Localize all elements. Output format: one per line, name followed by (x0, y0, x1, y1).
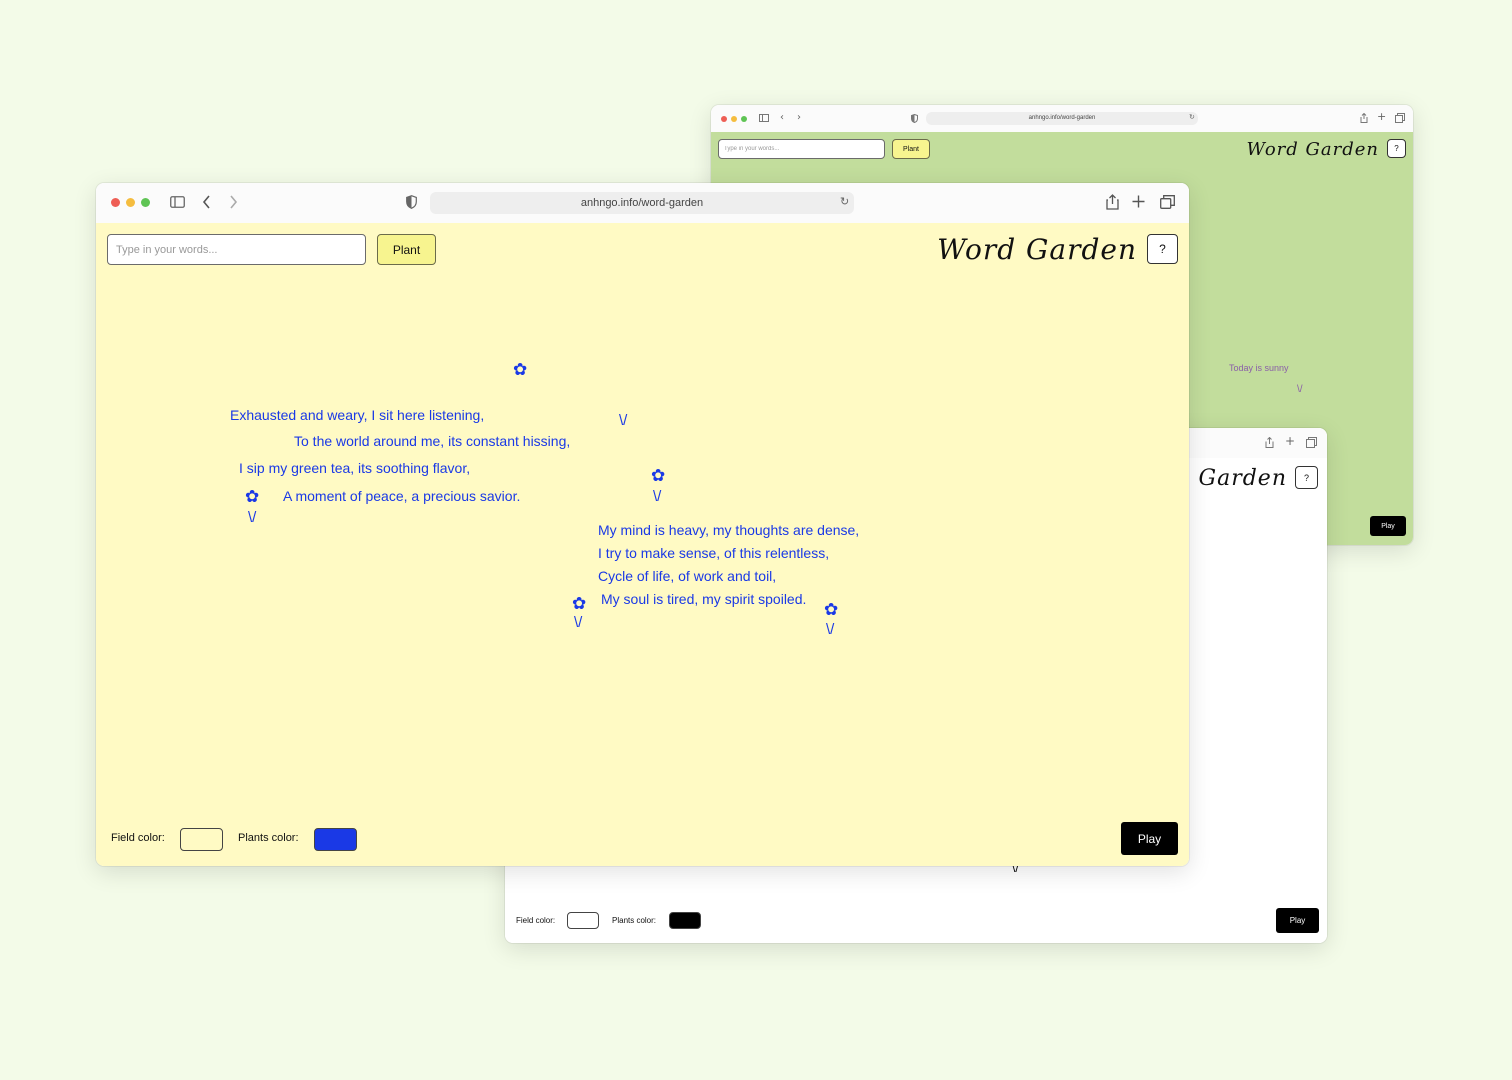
poem-line: Exhausted and weary, I sit here listenin… (230, 407, 485, 423)
poem-line: I try to make sense, of this relentless, (598, 545, 830, 561)
poem-line: A moment of peace, a precious savior. (283, 488, 521, 504)
sidebar-icon[interactable] (759, 114, 769, 122)
poem-line: Cycle of life, of work and toil, (598, 568, 777, 584)
flower-icon: ✿ (513, 360, 528, 380)
browser-toolbar: ‹ › anhngo.info/word-garden ↻ + (711, 105, 1413, 133)
field-color-label: Field color: (516, 916, 556, 925)
new-tab-icon[interactable]: + (1377, 111, 1386, 122)
flower-icon: ✿ (572, 594, 587, 614)
flower-icon: ✿ (245, 487, 260, 507)
sidebar-icon[interactable] (170, 196, 185, 208)
plant-stem: \/ (826, 621, 835, 638)
field-color-picker[interactable] (180, 828, 223, 851)
poem-line: My mind is heavy, my thoughts are dense, (598, 522, 860, 538)
planted-words: Today is sunny (1229, 363, 1289, 373)
plants-color-label: Plants color: (612, 916, 657, 925)
shield-icon (406, 195, 417, 209)
flower-icon: ✿ (824, 600, 839, 620)
browser-toolbar: anhngo.info/word-garden ↻ (96, 183, 1189, 224)
plant-stem: \/ (1297, 384, 1303, 395)
help-button[interactable]: ? (1387, 139, 1406, 158)
play-button[interactable]: Play (1370, 516, 1406, 536)
address-bar[interactable]: anhngo.info/word-garden (430, 192, 854, 214)
help-button[interactable]: ? (1295, 466, 1318, 489)
plants-color-picker[interactable] (314, 828, 357, 851)
tabs-overview-icon[interactable] (1395, 113, 1405, 123)
plants-color-label: Plants color: (238, 832, 299, 844)
back-arrow-icon[interactable] (202, 195, 211, 209)
plant-button[interactable]: Plant (892, 139, 930, 159)
back-arrow-icon[interactable]: ‹ (780, 113, 784, 123)
plant-stem: \/ (653, 488, 662, 505)
share-icon[interactable] (1360, 113, 1368, 123)
tabs-overview-icon[interactable] (1306, 437, 1317, 448)
new-tab-icon[interactable]: + (1285, 435, 1295, 447)
garden-field[interactable]: Plant Word Garden ? Exhausted and weary,… (96, 223, 1189, 866)
flower-icon: ✿ (651, 466, 666, 486)
plant-stem: \/ (574, 614, 583, 631)
poem-line: My soul is tired, my spirit spoiled. (601, 591, 807, 607)
play-button[interactable]: Play (1121, 822, 1178, 855)
plant-stem: \/ (248, 509, 257, 526)
browser-window-main: anhngo.info/word-garden ↻ Plant Word Gar… (96, 183, 1189, 866)
minimize-window-button[interactable] (126, 198, 135, 207)
reload-icon[interactable]: ↻ (1189, 114, 1195, 121)
address-bar[interactable]: anhngo.info/word-garden (926, 112, 1198, 125)
share-icon[interactable] (1106, 194, 1119, 210)
poem-line: I sip my green tea, its soothing flavor, (239, 460, 471, 476)
plant-stem: \/ (619, 412, 628, 429)
forward-arrow-icon[interactable] (229, 195, 238, 209)
reload-icon[interactable]: ↻ (840, 196, 849, 207)
words-input[interactable] (718, 139, 885, 159)
new-tab-icon[interactable] (1132, 195, 1145, 208)
field-color-picker[interactable] (567, 912, 599, 929)
words-input[interactable] (107, 234, 366, 265)
shield-icon (911, 114, 918, 123)
share-icon[interactable] (1265, 437, 1274, 448)
zoom-window-button[interactable] (141, 198, 150, 207)
poem-line: To the world around me, its constant his… (294, 433, 571, 449)
play-button[interactable]: Play (1276, 908, 1319, 933)
tabs-overview-icon[interactable] (1160, 195, 1175, 209)
app-title: Word Garden (1246, 139, 1379, 160)
zoom-window-button[interactable] (741, 116, 747, 122)
close-window-button[interactable] (111, 198, 120, 207)
plant-button[interactable]: Plant (377, 234, 436, 265)
field-color-label: Field color: (111, 832, 165, 844)
help-button[interactable]: ? (1147, 234, 1178, 264)
close-window-button[interactable] (721, 116, 727, 122)
minimize-window-button[interactable] (731, 116, 737, 122)
plants-color-picker[interactable] (669, 912, 701, 929)
app-title: Word Garden (937, 233, 1137, 266)
forward-arrow-icon[interactable]: › (797, 113, 801, 123)
